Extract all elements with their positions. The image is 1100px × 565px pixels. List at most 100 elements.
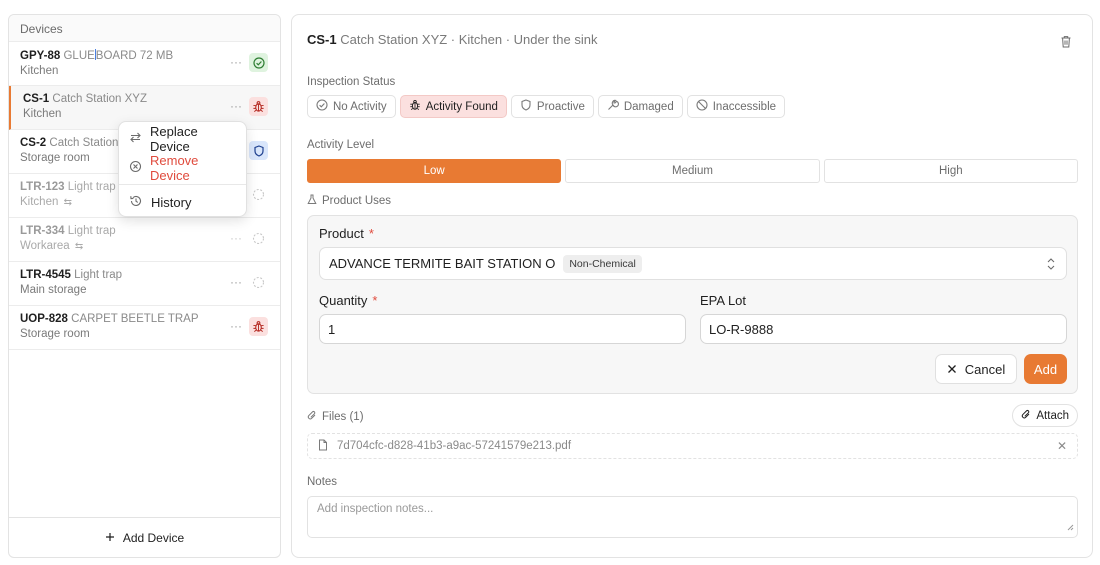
notes-placeholder: Add inspection notes... xyxy=(317,503,434,515)
trash-icon[interactable] xyxy=(1060,35,1072,51)
inspection-status-group: No Activity Activity Found Proactive Dam… xyxy=(307,95,786,118)
menu-divider xyxy=(119,184,246,185)
replace-device-label: Replace Device xyxy=(150,123,198,154)
more-options-button[interactable]: ··· xyxy=(230,99,242,113)
cancel-button[interactable]: Cancel xyxy=(935,354,1017,384)
status-label: Proactive xyxy=(536,100,585,113)
ban-icon xyxy=(696,99,708,114)
files-section: Files (1) xyxy=(307,410,364,424)
device-detail-panel: CS-1 Catch Station XYZ · Kitchen · Under… xyxy=(291,14,1093,558)
shield-icon xyxy=(249,141,268,160)
status-activity-found[interactable]: Activity Found xyxy=(399,95,507,118)
level-medium[interactable]: Medium xyxy=(565,159,820,183)
device-desc: Light trap xyxy=(70,269,123,281)
add-device-label: Add Device xyxy=(122,530,185,545)
status-no-activity[interactable]: No Activity xyxy=(307,95,396,118)
history-menu-item[interactable]: History xyxy=(119,188,246,217)
add-device-button[interactable]: Add Device xyxy=(9,517,280,557)
page-title: CS-1 Catch Station XYZ · Kitchen · Under… xyxy=(307,32,597,47)
x-circle-icon xyxy=(129,160,142,176)
quantity-label: Quantity * xyxy=(319,293,377,308)
add-button[interactable]: Add xyxy=(1024,354,1067,384)
paperclip-icon xyxy=(307,410,317,424)
device-code: LTR-334 xyxy=(20,225,65,237)
remove-device-menu-item[interactable]: Remove Device xyxy=(119,152,246,183)
check-circle-icon xyxy=(316,99,328,114)
detail-device-code: CS-1 xyxy=(307,32,337,47)
check-circle-icon xyxy=(249,53,268,72)
more-options-button[interactable]: ··· xyxy=(230,55,242,69)
device-desc: CARPET BEETLE TRAP xyxy=(67,313,199,325)
status-label: Damaged xyxy=(623,100,674,113)
device-location: Workarea xyxy=(20,240,70,252)
paperclip-icon xyxy=(1021,409,1031,423)
flask-icon xyxy=(307,194,317,208)
level-low[interactable]: Low xyxy=(307,159,562,183)
dashed-circle-icon xyxy=(249,273,268,292)
status-label: Inaccessible xyxy=(712,100,777,113)
device-desc: GLUE xyxy=(60,50,95,62)
status-inaccessible[interactable]: Inaccessible xyxy=(686,95,786,118)
attach-button[interactable]: Attach xyxy=(1012,404,1078,427)
notes-label: Notes xyxy=(307,476,338,488)
bug-icon xyxy=(249,317,268,336)
bug-icon xyxy=(249,97,268,116)
swap-icon: ⇆ xyxy=(74,241,84,252)
replace-device-menu-item[interactable]: Replace Device xyxy=(119,123,246,154)
device-item-ltr-334[interactable]: LTR-334 Light trap Workarea ⇆ ··· xyxy=(9,218,280,262)
file-item[interactable]: 7d704cfc-d828-41b3-a9ac-57241579e213.pdf… xyxy=(307,433,1078,459)
more-options-button[interactable]: ··· xyxy=(230,231,242,245)
product-select[interactable]: ADVANCE TERMITE BAIT STATION O Non-Chemi… xyxy=(319,247,1067,280)
device-code: CS-1 xyxy=(23,93,50,105)
dashed-circle-icon xyxy=(249,229,268,248)
close-icon xyxy=(947,362,957,377)
notes-textarea[interactable]: Add inspection notes... xyxy=(307,496,1078,538)
swap-icon xyxy=(129,131,142,147)
dashed-circle-icon xyxy=(249,185,268,204)
remove-file-icon[interactable]: ✕ xyxy=(1057,439,1067,453)
quantity-field[interactable]: 1 xyxy=(319,314,686,344)
wrench-icon xyxy=(607,99,619,114)
file-icon xyxy=(318,439,328,454)
bug-icon xyxy=(409,99,421,114)
product-uses-section: Product Uses xyxy=(307,194,391,208)
device-desc: Light trap xyxy=(64,225,116,237)
device-code: LTR-4545 xyxy=(20,269,71,281)
swap-icon: ⇆ xyxy=(63,197,72,208)
history-label: History xyxy=(151,195,192,210)
detail-subtitle: Catch Station XYZ · Kitchen · Under the … xyxy=(336,32,598,47)
device-item-ltr-4545[interactable]: LTR-4545 Light trap Main storage ··· xyxy=(9,262,280,306)
chevron-up-down-icon xyxy=(1046,257,1056,274)
product-use-form: Product * ADVANCE TERMITE BAIT STATION O … xyxy=(307,215,1078,394)
required-mark: * xyxy=(368,226,374,241)
more-options-button[interactable]: ··· xyxy=(230,319,242,333)
activity-level-group: Low Medium High xyxy=(307,159,1078,183)
status-label: No Activity xyxy=(333,100,387,113)
shield-icon xyxy=(520,99,532,114)
plus-icon xyxy=(105,531,115,545)
activity-level-label: Activity Level xyxy=(307,139,375,151)
cancel-label: Cancel xyxy=(964,361,1006,377)
remove-device-label: Remove Device xyxy=(150,152,199,183)
product-uses-label: Product Uses xyxy=(322,195,392,207)
required-mark: * xyxy=(372,293,378,308)
device-item-uop-828[interactable]: UOP-828 CARPET BEETLE TRAP Storage room … xyxy=(9,306,280,350)
device-code: GPY-88 xyxy=(20,50,61,62)
status-damaged[interactable]: Damaged xyxy=(597,95,683,118)
device-desc-rest: BOARD 72 MB xyxy=(95,50,174,62)
product-label: Product * xyxy=(319,226,374,241)
epa-lot-field[interactable]: LO-R-9888 xyxy=(700,314,1067,344)
devices-header: Devices xyxy=(9,15,280,42)
more-options-button[interactable]: ··· xyxy=(230,275,242,289)
level-high[interactable]: High xyxy=(823,159,1078,183)
device-item-gpy-88[interactable]: GPY-88 GLUEBOARD 72 MB Kitchen ··· xyxy=(9,42,280,86)
resize-grip-icon[interactable] xyxy=(1066,522,1074,534)
status-proactive[interactable]: Proactive xyxy=(510,95,594,118)
device-code: UOP-828 xyxy=(20,313,68,325)
product-label-text: Product xyxy=(319,226,364,241)
files-label: Files (1) xyxy=(322,411,364,423)
device-desc: Catch Station XYZ xyxy=(49,93,147,105)
devices-panel: Devices GPY-88 GLUEBOARD 72 MB Kitchen ·… xyxy=(8,14,281,558)
device-desc: Light trap xyxy=(64,181,116,193)
product-value: ADVANCE TERMITE BAIT STATION O xyxy=(329,256,556,271)
